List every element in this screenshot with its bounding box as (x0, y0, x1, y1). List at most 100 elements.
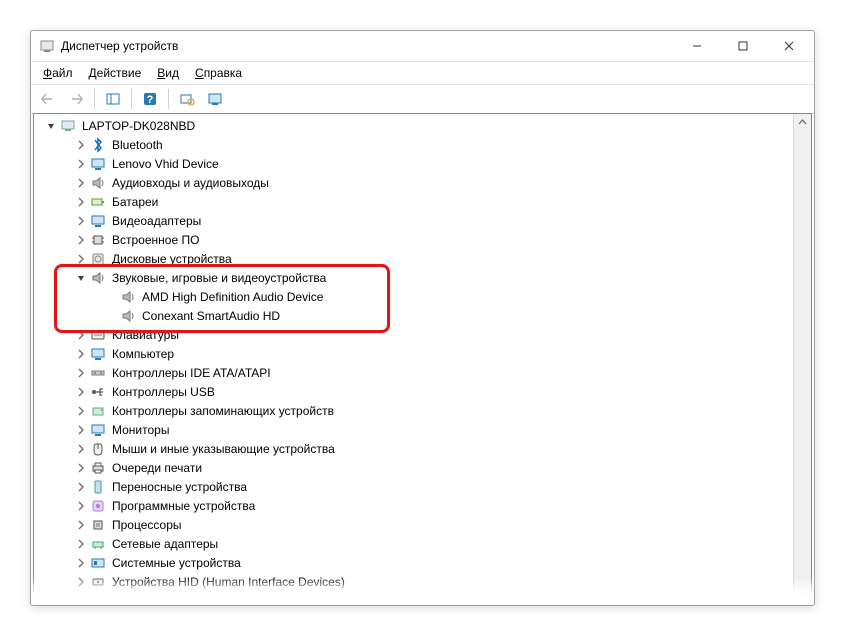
tree-category[interactable]: Видеоадаптеры (74, 211, 793, 230)
tree-item-label: Сетевые адаптеры (110, 536, 220, 552)
expand-toggle[interactable] (74, 138, 88, 152)
expand-toggle[interactable] (74, 499, 88, 513)
expand-toggle[interactable] (74, 176, 88, 190)
expand-toggle[interactable] (74, 328, 88, 342)
tree-category[interactable]: Мыши и иные указывающие устройства (74, 439, 793, 458)
tree-category[interactable]: Батареи (74, 192, 793, 211)
scroll-up-arrow[interactable] (794, 114, 811, 131)
expand-toggle[interactable] (74, 214, 88, 228)
scan-hardware-button[interactable] (174, 86, 200, 112)
menu-help[interactable]: Справка (187, 64, 250, 82)
tree-item-label: Видеоадаптеры (110, 213, 203, 229)
tree-item-label: Контроллеры запоминающих устройств (110, 403, 336, 419)
tree-category[interactable]: Контроллеры запоминающих устройств (74, 401, 793, 420)
tree-item-label: Мыши и иные указывающие устройства (110, 441, 337, 457)
usb-icon (90, 384, 106, 400)
close-button[interactable] (766, 31, 812, 61)
toolbar-separator (94, 89, 95, 109)
expand-toggle[interactable] (74, 271, 88, 285)
expand-toggle[interactable] (74, 537, 88, 551)
expand-toggle[interactable] (74, 423, 88, 437)
tree-category[interactable]: Программные устройства (74, 496, 793, 515)
tree-device-item[interactable]: AMD High Definition Audio Device (104, 287, 793, 306)
tree-category[interactable]: Системные устройства (74, 553, 793, 572)
vertical-scrollbar[interactable] (793, 114, 811, 602)
menu-file[interactable]: Файл (35, 64, 81, 82)
fade-overlay (31, 577, 814, 605)
storage-icon (90, 403, 106, 419)
device-manager-window: Диспетчер устройств Файл Действие Вид Сп… (30, 30, 815, 606)
tree-category[interactable]: Lenovo Vhid Device (74, 154, 793, 173)
expand-toggle[interactable] (74, 195, 88, 209)
menu-action[interactable]: Действие (81, 64, 150, 82)
tree-category[interactable]: Аудиовходы и аудиовыходы (74, 173, 793, 192)
expand-toggle[interactable] (74, 442, 88, 456)
expand-toggle[interactable] (74, 385, 88, 399)
tree-item-label: Компьютер (110, 346, 176, 362)
chip-icon (90, 232, 106, 248)
menu-view[interactable]: Вид (149, 64, 187, 82)
tree-item-label: Bluetooth (110, 137, 165, 153)
tree-category[interactable]: Дисковые устройства (74, 249, 793, 268)
expand-toggle[interactable] (74, 556, 88, 570)
tree-item-label: Контроллеры IDE ATA/ATAPI (110, 365, 273, 381)
content-area: LAPTOP-DK028NBD BluetoothLenovo Vhid Devi… (33, 113, 812, 603)
tree-item-label: Системные устройства (110, 555, 243, 571)
expand-toggle[interactable] (74, 461, 88, 475)
bluetooth-icon (90, 137, 106, 153)
tree-root[interactable]: LAPTOP-DK028NBD (44, 116, 793, 135)
minimize-button[interactable] (674, 31, 720, 61)
expand-toggle[interactable] (74, 347, 88, 361)
device-tree[interactable]: LAPTOP-DK028NBD BluetoothLenovo Vhid Devi… (34, 114, 793, 602)
tree-category[interactable]: Клавиатуры (74, 325, 793, 344)
cpu-icon (90, 517, 106, 533)
audio-icon (90, 175, 106, 191)
tree-item-label: Контроллеры USB (110, 384, 217, 400)
tree-category[interactable]: Контроллеры IDE ATA/ATAPI (74, 363, 793, 382)
expand-toggle[interactable] (74, 233, 88, 247)
expand-toggle[interactable] (74, 404, 88, 418)
tree-device-item[interactable]: Conexant SmartAudio HD (104, 306, 793, 325)
tree-category[interactable]: Встроенное ПО (74, 230, 793, 249)
menubar: Файл Действие Вид Справка (31, 62, 814, 85)
tree-item-label: Клавиатуры (110, 327, 181, 343)
network-icon (90, 536, 106, 552)
computer-icon (60, 118, 76, 134)
show-hide-tree-button[interactable] (100, 86, 126, 112)
battery-icon (90, 194, 106, 210)
tree-category[interactable]: Процессоры (74, 515, 793, 534)
tree-category[interactable]: Переносные устройства (74, 477, 793, 496)
maximize-button[interactable] (720, 31, 766, 61)
tree-category[interactable]: Контроллеры USB (74, 382, 793, 401)
expand-toggle[interactable] (44, 119, 58, 133)
tree-category[interactable]: Звуковые, игровые и видеоустройства (74, 268, 793, 287)
tree-item-label: Переносные устройства (110, 479, 249, 495)
tree-category[interactable]: Компьютер (74, 344, 793, 363)
tree-category[interactable]: Очереди печати (74, 458, 793, 477)
mouse-icon (90, 441, 106, 457)
view-devices-button[interactable] (202, 86, 228, 112)
toolbar: ? (31, 85, 814, 114)
tree-item-label: Дисковые устройства (110, 251, 234, 267)
tree-item-label: AMD High Definition Audio Device (140, 289, 325, 305)
forward-button (63, 86, 89, 112)
help-button[interactable]: ? (137, 86, 163, 112)
tree-category[interactable]: Bluetooth (74, 135, 793, 154)
portable-icon (90, 479, 106, 495)
audio-icon (120, 289, 136, 305)
expand-toggle[interactable] (74, 252, 88, 266)
ide-icon (90, 365, 106, 381)
tree-item-label: Программные устройства (110, 498, 257, 514)
expand-toggle[interactable] (74, 518, 88, 532)
tree-category[interactable]: Мониторы (74, 420, 793, 439)
expand-toggle[interactable] (74, 480, 88, 494)
disk-icon (90, 251, 106, 267)
tree-item-label: Conexant SmartAudio HD (140, 308, 282, 324)
toolbar-separator (168, 89, 169, 109)
expand-toggle[interactable] (74, 157, 88, 171)
tree-category[interactable]: Сетевые адаптеры (74, 534, 793, 553)
keyboard-icon (90, 327, 106, 343)
tree-item-label: Аудиовходы и аудиовыходы (110, 175, 271, 191)
expand-toggle[interactable] (74, 366, 88, 380)
software-icon (90, 498, 106, 514)
